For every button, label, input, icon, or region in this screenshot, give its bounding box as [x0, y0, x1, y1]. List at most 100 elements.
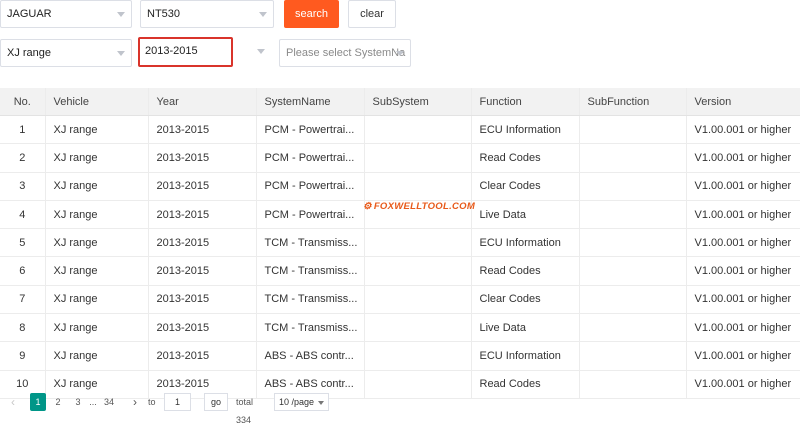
cell-system-name: ABS - ABS contr... [256, 341, 365, 371]
table-row: 3 XJ range 2013-2015 PCM - Powertrai... Clea… [0, 172, 800, 201]
cell-year: 2013-2015 [148, 313, 257, 343]
page-size-select[interactable]: 10 /page [274, 393, 329, 411]
model-select[interactable]: XJ range [0, 39, 132, 67]
cell-subfunction [579, 143, 687, 173]
make-select-value: JAGUAR [7, 8, 52, 20]
cell-function: ECU Information [471, 228, 580, 258]
cell-system-name: TCM - Transmiss... [256, 228, 365, 258]
cell-no: 9 [0, 341, 46, 371]
cell-function: Live Data [471, 313, 580, 343]
cell-subsystem [364, 115, 472, 145]
cell-system-name: TCM - Transmiss... [256, 313, 365, 343]
system-select-placeholder: Please select SystemNa [286, 47, 406, 59]
header-year: Year [148, 88, 257, 116]
header-subfunction: SubFunction [579, 88, 687, 116]
results-table: No. Vehicle Year SystemName SubSystem Fu… [0, 88, 800, 399]
cell-system-name: PCM - Powertrai... [256, 115, 365, 145]
clear-button[interactable]: clear [348, 0, 396, 28]
cell-version: V1.00.001 or higher [686, 200, 800, 230]
cell-system-name: PCM - Powertrai... [256, 172, 365, 201]
cell-no: 7 [0, 285, 46, 315]
cell-subsystem [364, 313, 472, 343]
cell-system-name: TCM - Transmiss... [256, 256, 365, 286]
cell-function: ECU Information [471, 115, 580, 145]
table-header-row: No. Vehicle Year SystemName SubSystem Fu… [0, 88, 800, 116]
cell-system-name: PCM - Powertrai... [256, 200, 365, 230]
page-3[interactable]: 3 [73, 393, 83, 411]
cell-version: V1.00.001 or higher [686, 143, 800, 173]
cell-year: 2013-2015 [148, 115, 257, 145]
cell-vehicle: XJ range [45, 285, 149, 315]
make-select[interactable]: JAGUAR [0, 0, 132, 28]
jump-to-label: to [148, 397, 156, 407]
chevron-down-icon [318, 401, 324, 405]
jump-page-input[interactable] [164, 393, 191, 411]
cell-version: V1.00.001 or higher [686, 228, 800, 258]
cell-vehicle: XJ range [45, 200, 149, 230]
table-row: 6 XJ range 2013-2015 TCM - Transmiss... Read… [0, 256, 800, 286]
header-subsystem: SubSystem [364, 88, 472, 116]
cell-year: 2013-2015 [148, 341, 257, 371]
cell-subfunction [579, 115, 687, 145]
cell-no: 1 [0, 115, 46, 145]
cell-function: Read Codes [471, 143, 580, 173]
header-no: No. [0, 88, 46, 116]
cell-subsystem [364, 228, 472, 258]
cell-version: V1.00.001 or higher [686, 172, 800, 201]
tool-select[interactable]: NT530 [140, 0, 274, 28]
cell-subfunction [579, 370, 687, 399]
page-ellipsis: ... [89, 397, 97, 407]
cell-subsystem [364, 200, 472, 230]
page-2[interactable]: 2 [53, 393, 63, 411]
search-button[interactable]: search [284, 0, 339, 28]
cell-function: ECU Information [471, 341, 580, 371]
cell-subfunction [579, 228, 687, 258]
table-row: 10 XJ range 2013-2015 ABS - ABS contr... Rea… [0, 370, 800, 399]
go-button[interactable]: go [204, 393, 228, 411]
chevron-down-icon [117, 51, 125, 56]
cell-version: V1.00.001 or higher [686, 115, 800, 145]
cell-subsystem [364, 341, 472, 371]
cell-no: 3 [0, 172, 46, 201]
header-function: Function [471, 88, 580, 116]
cell-year: 2013-2015 [148, 172, 257, 201]
header-version: Version [686, 88, 800, 116]
cell-version: V1.00.001 or higher [686, 341, 800, 371]
cell-no: 8 [0, 313, 46, 343]
cell-vehicle: XJ range [45, 143, 149, 173]
next-page-icon[interactable]: › [128, 393, 142, 411]
cell-system-name: PCM - Powertrai... [256, 143, 365, 173]
prev-page-icon[interactable]: ‹ [6, 393, 20, 411]
cell-function: Read Codes [471, 256, 580, 286]
cell-subfunction [579, 172, 687, 201]
cell-subsystem [364, 143, 472, 173]
cell-subsystem [364, 256, 472, 286]
cell-system-name: TCM - Transmiss... [256, 285, 365, 315]
header-vehicle: Vehicle [45, 88, 149, 116]
cell-subfunction [579, 285, 687, 315]
chevron-down-icon [257, 49, 265, 54]
cell-year: 2013-2015 [148, 143, 257, 173]
table-row: 2 XJ range 2013-2015 PCM - Powertrai... Read… [0, 143, 800, 173]
page-size-value: 10 /page [279, 397, 315, 407]
year-select-value: 2013-2015 [145, 45, 198, 57]
cell-vehicle: XJ range [45, 228, 149, 258]
cell-vehicle: XJ range [45, 313, 149, 343]
cell-function: Live Data [471, 200, 580, 230]
cell-subfunction [579, 341, 687, 371]
cell-subsystem [364, 370, 472, 399]
cell-year: 2013-2015 [148, 256, 257, 286]
year-select[interactable]: 2013-2015 [138, 37, 233, 67]
system-select[interactable]: Please select SystemNa [279, 39, 411, 67]
cell-no: 2 [0, 143, 46, 173]
cell-subfunction [579, 256, 687, 286]
table-row: 7 XJ range 2013-2015 TCM - Transmiss... Clea… [0, 285, 800, 315]
cell-vehicle: XJ range [45, 115, 149, 145]
cell-version: V1.00.001 or higher [686, 256, 800, 286]
page-1[interactable]: 1 [30, 393, 46, 411]
chevron-down-icon [396, 51, 404, 56]
cell-no: 4 [0, 200, 46, 230]
page-last[interactable]: 34 [102, 393, 116, 411]
tool-select-value: NT530 [147, 8, 181, 20]
chevron-down-icon [259, 12, 267, 17]
